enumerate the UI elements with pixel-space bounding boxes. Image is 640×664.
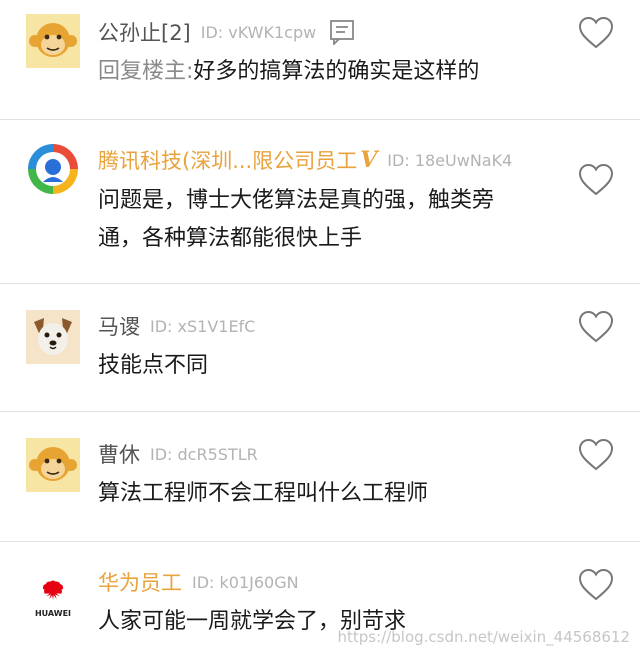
comment-header: 公孙止[2] ID: vKWK1cpw — [98, 16, 356, 48]
user-name[interactable]: 华为员工 — [98, 567, 182, 597]
like-button[interactable] — [578, 568, 614, 602]
like-button[interactable] — [578, 16, 614, 50]
avatar[interactable] — [26, 14, 80, 68]
user-id: ID: vKWK1cpw — [200, 22, 317, 42]
monkey-avatar-icon — [26, 14, 80, 68]
comment-content: 好多的搞算法的确实是这样的 — [193, 59, 480, 84]
heart-icon — [578, 16, 614, 49]
user-name[interactable]: 曹休 — [98, 439, 140, 469]
comment-header: 马谡 ID: xS1V1EfC — [98, 310, 255, 342]
comment-text: 问题是，博士大佬算法是真的强，触类旁 通，各种算法都能很快上手 — [98, 182, 548, 258]
heart-icon — [578, 163, 614, 196]
avatar[interactable] — [26, 142, 80, 196]
heart-icon — [578, 568, 614, 601]
like-button[interactable] — [578, 438, 614, 472]
comment-item: 腾讯科技(深圳...限公司员工 V ID: 18eUwNaK4 问题是，博士大佬… — [0, 120, 640, 284]
user-id: ID: dcR5STLR — [150, 444, 258, 464]
dog-avatar-icon — [26, 310, 80, 364]
like-button[interactable] — [578, 163, 614, 197]
user-name[interactable]: 公孙止[2] — [98, 17, 191, 47]
comment-header: 华为员工 ID: k01J60GN — [98, 566, 299, 598]
comment-text: 技能点不同 — [98, 348, 548, 384]
avatar[interactable]: HUAWEI — [26, 568, 80, 622]
tencent-logo-icon — [26, 142, 80, 196]
heart-icon — [578, 310, 614, 343]
huawei-logo-icon: HUAWEI — [35, 580, 71, 618]
watermark: https://blog.csdn.net/weixin_44568612 — [337, 628, 630, 646]
comment-text: 算法工程师不会工程叫什么工程师 — [98, 476, 548, 512]
comment-header: 曹休 ID: dcR5STLR — [98, 438, 258, 470]
huawei-logo-text: HUAWEI — [35, 609, 71, 618]
comment-item: 马谡 ID: xS1V1EfC 技能点不同 — [0, 284, 640, 412]
comment-item: 公孙止[2] ID: vKWK1cpw 回复楼主:好多的搞算法的确实是这样的 — [0, 0, 640, 120]
user-id: ID: xS1V1EfC — [150, 316, 256, 336]
reply-prefix: 回复楼主: — [98, 59, 194, 84]
like-button[interactable] — [578, 310, 614, 344]
user-name[interactable]: 马谡 — [98, 311, 140, 341]
comment-header: 腾讯科技(深圳...限公司员工 V ID: 18eUwNaK4 — [98, 144, 512, 176]
verified-v-badge: V — [360, 147, 378, 173]
avatar[interactable] — [26, 438, 80, 492]
comment-content: 技能点不同 — [98, 353, 209, 378]
comment-item: 曹休 ID: dcR5STLR 算法工程师不会工程叫什么工程师 — [0, 412, 640, 542]
comment-line: 通，各种算法都能很快上手 — [98, 226, 363, 251]
monkey-avatar-icon — [26, 438, 80, 492]
avatar[interactable] — [26, 310, 80, 364]
user-name[interactable]: 腾讯科技(深圳...限公司员工 — [98, 145, 357, 175]
reply-comment-icon[interactable] — [328, 19, 356, 47]
heart-icon — [578, 438, 614, 471]
user-id: ID: 18eUwNaK4 — [387, 150, 513, 170]
user-id: ID: k01J60GN — [192, 572, 299, 592]
comment-text: 回复楼主:好多的搞算法的确实是这样的 — [98, 54, 548, 90]
comment-content: 算法工程师不会工程叫什么工程师 — [98, 481, 429, 506]
comment-line: 问题是，博士大佬算法是真的强，触类旁 — [98, 188, 495, 213]
